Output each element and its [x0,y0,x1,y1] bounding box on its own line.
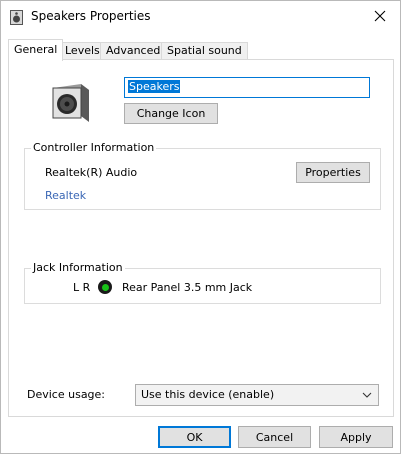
device-usage-select[interactable]: Use this device (enable) [135,384,379,406]
close-button[interactable] [360,1,400,33]
jack-information-group: Jack Information L R Rear Panel 3.5 mm J… [24,261,381,304]
green-jack-icon [98,280,112,294]
jack-group-label: Jack Information [31,261,125,274]
chevron-down-icon [362,389,372,401]
title-bar: Speakers Properties [1,1,400,33]
jack-channels: L R [73,281,91,294]
controller-information-group: Controller Information Realtek(R) Audio … [24,141,381,210]
speaker-icon [10,10,23,25]
ok-button[interactable]: OK [158,426,231,448]
tab-spatial-sound[interactable]: Spatial sound [161,42,248,60]
speaker-icon [49,80,93,126]
controller-name: Realtek(R) Audio [45,166,138,179]
device-usage-selected: Use this device (enable) [141,388,275,401]
tab-advanced[interactable]: Advanced [100,42,167,60]
controller-properties-button[interactable]: Properties [296,162,370,183]
close-icon [374,10,386,25]
tab-general[interactable]: General [8,39,64,61]
tab-levels[interactable]: Levels [59,42,106,60]
controller-vendor-link[interactable]: Realtek [45,189,86,202]
device-name-input[interactable]: Speakers [124,77,370,98]
speakers-properties-dialog: Speakers Properties General Levels Advan… [0,0,401,454]
general-panel: Speakers Change Icon Controller Informat… [8,59,394,417]
jack-description: Rear Panel 3.5 mm Jack [122,281,253,294]
device-name-value: Speakers [128,80,181,93]
controller-group-label: Controller Information [31,141,157,154]
change-icon-button[interactable]: Change Icon [124,103,218,124]
tab-strip: General Levels Advanced Spatial sound [8,39,388,61]
device-usage-label: Device usage: [27,388,106,401]
apply-button[interactable]: Apply [319,426,393,448]
cancel-button[interactable]: Cancel [238,426,311,448]
window-title: Speakers Properties [31,9,151,23]
